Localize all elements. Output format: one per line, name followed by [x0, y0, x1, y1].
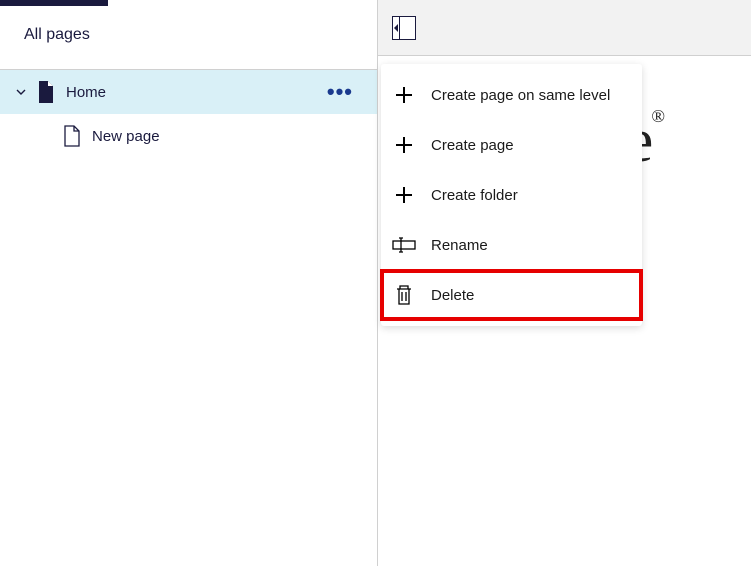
trash-icon — [391, 282, 417, 308]
plus-icon — [391, 82, 417, 108]
pages-sidebar: All pages Home ••• New page — [0, 0, 378, 566]
tree-item-home[interactable]: Home ••• — [0, 70, 377, 114]
menu-item-label: Create folder — [431, 187, 518, 204]
tree-item-label: New page — [92, 128, 377, 145]
menu-item-create-page[interactable]: Create page — [381, 120, 642, 170]
page-tree: Home ••• New page — [0, 70, 377, 158]
menu-item-create-same-level[interactable]: Create page on same level — [381, 70, 642, 120]
collapse-sidebar-button[interactable] — [392, 16, 416, 40]
app-topbar-accent — [0, 0, 108, 6]
menu-item-label: Create page on same level — [431, 87, 610, 104]
tree-item-label: Home — [66, 84, 317, 101]
chevron-down-icon[interactable] — [16, 87, 26, 97]
page-outline-icon — [62, 124, 82, 148]
sidebar-title: All pages — [0, 0, 377, 70]
menu-item-delete[interactable]: Delete — [381, 270, 642, 320]
rename-icon — [391, 232, 417, 258]
tree-item-new-page[interactable]: New page — [0, 114, 377, 158]
menu-item-label: Create page — [431, 137, 514, 154]
menu-item-rename[interactable]: Rename — [381, 220, 642, 270]
plus-icon — [391, 182, 417, 208]
main-toolbar — [378, 0, 751, 56]
context-menu: Create page on same level Create page Cr… — [381, 64, 642, 326]
more-actions-button[interactable]: ••• — [327, 79, 353, 105]
menu-item-label: Rename — [431, 237, 488, 254]
plus-icon — [391, 132, 417, 158]
page-icon — [36, 80, 56, 104]
menu-item-label: Delete — [431, 287, 474, 304]
menu-item-create-folder[interactable]: Create folder — [381, 170, 642, 220]
